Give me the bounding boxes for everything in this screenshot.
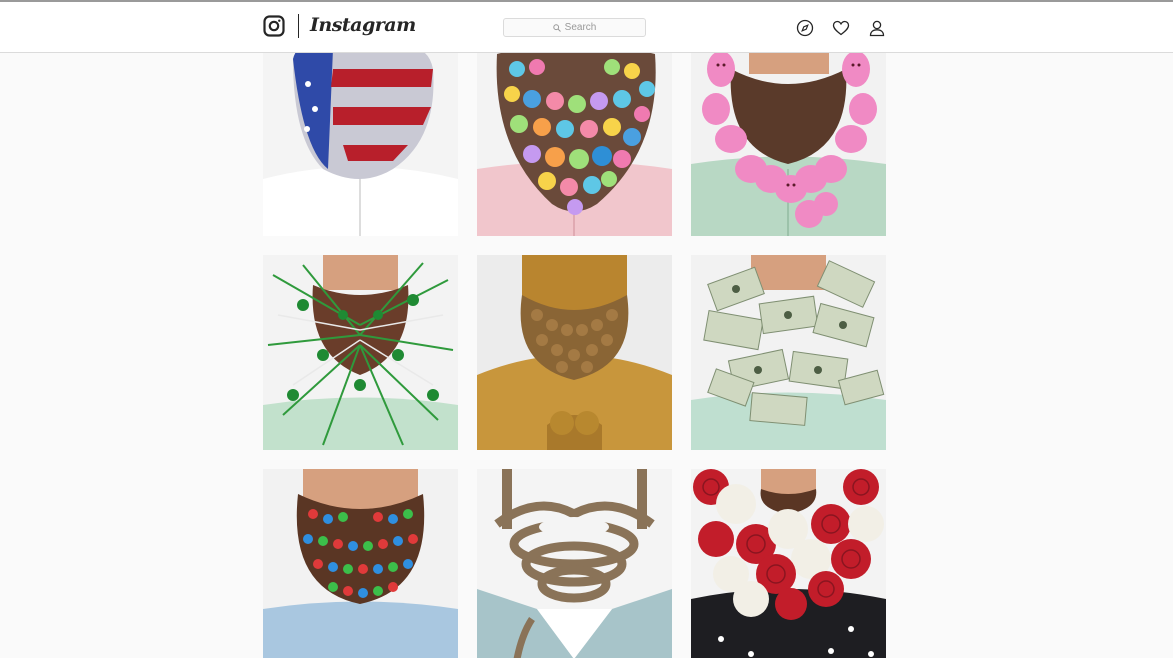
search-placeholder: Search [564, 22, 597, 33]
post-thumbnail-shamrock-beard[interactable] [263, 255, 458, 450]
instagram-logo-icon[interactable] [263, 15, 285, 37]
instagram-wordmark[interactable]: Instagram [310, 14, 416, 36]
search-input[interactable]: Search [503, 18, 646, 37]
post-thumbnail-roses-beard[interactable] [691, 469, 886, 658]
post-thumbnail-gumball-beard[interactable] [263, 469, 458, 658]
post-thumbnail-candy-beard[interactable] [477, 53, 672, 236]
compass-icon[interactable] [796, 19, 814, 37]
post-thumbnail-rope-beard[interactable] [477, 469, 672, 658]
post-thumbnail-dollar-beard[interactable] [691, 255, 886, 450]
heart-icon[interactable] [832, 19, 850, 37]
logo-divider [298, 14, 299, 38]
profile-icon[interactable] [868, 19, 886, 37]
post-thumbnail-flag-beard[interactable] [263, 53, 458, 236]
navbar: Instagram Search [0, 2, 1173, 53]
post-thumbnail-peeps-beard[interactable] [691, 53, 886, 236]
post-thumbnail-gold-beard[interactable] [477, 255, 672, 450]
search-icon [552, 23, 561, 32]
